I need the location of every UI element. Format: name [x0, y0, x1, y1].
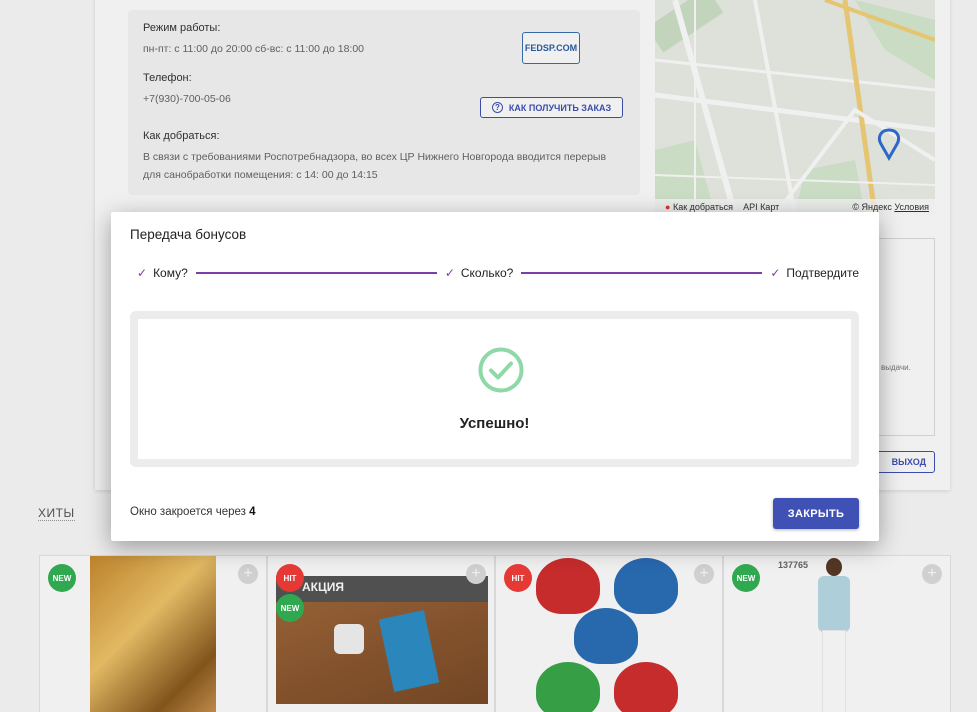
step-label: Сколько? — [460, 266, 514, 280]
step-connector — [521, 272, 763, 274]
countdown-value: 4 — [249, 506, 256, 518]
stepper: ✓ Кому? ✓ Сколько? ✓ Подтвердите — [137, 265, 859, 281]
step-connector — [195, 272, 437, 274]
bonus-transfer-modal: Передача бонусов ✓ Кому? ✓ Сколько? ✓ По… — [111, 212, 879, 541]
new-badge: NEW — [276, 594, 304, 622]
check-icon: ✓ — [137, 266, 148, 280]
step-recipient: ✓ Кому? — [137, 266, 188, 280]
check-icon: ✓ — [770, 266, 781, 280]
new-badge: NEW — [732, 564, 760, 592]
success-message: Успешно! — [459, 415, 530, 432]
auto-close-notice: Окно закроется через 4 — [130, 506, 256, 518]
modal-title: Передача бонусов — [130, 227, 247, 242]
step-confirm: ✓ Подтвердите — [770, 266, 859, 280]
check-icon: ✓ — [444, 266, 455, 280]
result-box: Успешно! — [130, 311, 859, 467]
step-label: Кому? — [153, 266, 188, 280]
success-check-icon — [478, 347, 524, 393]
auto-close-label: Окно закроется через — [130, 506, 246, 518]
step-amount: ✓ Сколько? — [445, 266, 514, 280]
hit-badge: HIT — [276, 564, 304, 592]
hit-badge: HIT — [504, 564, 532, 592]
new-badge: NEW — [48, 564, 76, 592]
close-button[interactable]: ЗАКРЫТЬ — [773, 498, 859, 529]
step-label: Подтвердите — [786, 266, 859, 280]
close-button-label: ЗАКРЫТЬ — [787, 507, 845, 520]
